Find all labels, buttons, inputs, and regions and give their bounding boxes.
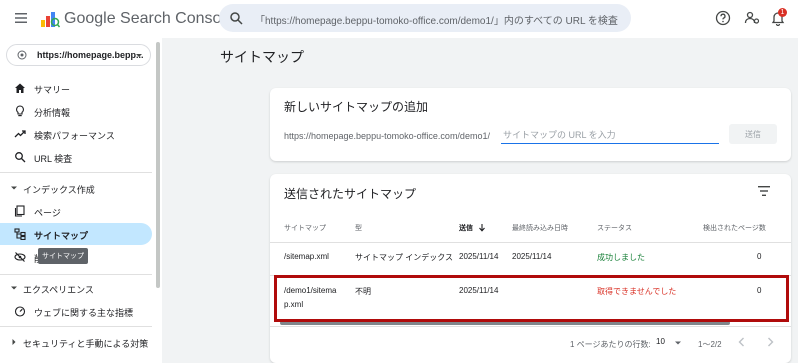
submitted-sitemaps-title: 送信されたサイトマップ: [284, 187, 417, 201]
property-selector[interactable]: https://homepage.bepp...: [6, 44, 151, 66]
sidebar-section-label: インデックス作成: [23, 185, 95, 195]
lightbulb-icon: [16, 105, 24, 117]
previous-page-icon[interactable]: [736, 336, 748, 348]
sidebar-section-security[interactable]: セキュリティと手動による対策: [0, 333, 152, 351]
column-header-last-read[interactable]: 最終読み込み日時: [512, 223, 568, 233]
column-header-sitemap[interactable]: サイトマップ: [284, 223, 326, 233]
highlight-box: [274, 275, 789, 322]
sidebar-item-label: ページ: [34, 208, 61, 218]
search-icon: [230, 12, 243, 25]
sitemap-url-input[interactable]: [501, 126, 719, 144]
user-settings-icon[interactable]: [744, 10, 760, 26]
sidebar-item-pages[interactable]: ページ: [0, 200, 152, 222]
sitemap-type: サイトマップ インデックス: [355, 253, 453, 262]
search-placeholder: 「https://homepage.beppu-tomoko-office.co…: [255, 16, 618, 27]
sitemap-icon: [14, 228, 26, 240]
rows-per-page-value: 10: [656, 337, 665, 346]
row-divider: [270, 326, 791, 327]
help-icon[interactable]: [715, 10, 731, 26]
add-sitemap-title: 新しいサイトマップの追加: [284, 100, 429, 114]
app-name[interactable]: Google Search Console: [64, 10, 234, 28]
pages-icon: [14, 205, 25, 217]
pagination-range: 1〜2/2: [698, 340, 722, 349]
column-header-submitted[interactable]: 送信: [459, 223, 473, 233]
sidebar-item-performance[interactable]: 検索パフォーマンス: [0, 123, 152, 145]
sidebar-section-label: エクスペリエンス: [23, 285, 94, 295]
discovered-pages-count: 0: [757, 252, 762, 261]
sidebar-item-label: 検索パフォーマンス: [34, 131, 115, 141]
column-header-status[interactable]: ステータス: [597, 223, 632, 233]
sidebar-item-label: URL 検査: [34, 154, 73, 164]
sidebar-scrollbar[interactable]: [156, 42, 160, 288]
sidebar-divider: [0, 274, 152, 275]
notification-badge: 1: [778, 8, 787, 17]
hamburger-menu-icon[interactable]: [13, 10, 29, 26]
chevron-down-icon: [11, 286, 17, 290]
rows-per-page-label: 1 ページあたりの行数:: [570, 340, 651, 349]
rows-per-page-select[interactable]: 10: [656, 337, 686, 349]
visibility-off-icon: [14, 252, 26, 262]
sidebar-item-summary[interactable]: サマリー: [0, 77, 152, 99]
sitemap-url-prefix: https://homepage.beppu-tomoko-office.com…: [284, 131, 490, 141]
last-read-date: 2025/11/14: [512, 252, 552, 261]
chevron-down-icon: [11, 186, 17, 190]
sidebar-item-label: サマリー: [34, 85, 71, 95]
sitemap-path[interactable]: /sitemap.xml: [284, 252, 329, 261]
next-page-icon[interactable]: [764, 336, 776, 348]
speedometer-icon: [14, 306, 26, 317]
sidebar-divider: [0, 172, 152, 173]
filter-icon[interactable]: [757, 185, 771, 197]
submitted-date: 2025/11/14: [459, 252, 499, 261]
submit-button[interactable]: 送信: [729, 124, 777, 144]
main-content: サイトマップ 新しいサイトマップの追加 https://homepage.bep…: [162, 38, 798, 363]
sidebar-item-url-inspection[interactable]: URL 検査: [0, 146, 152, 168]
arrow-down-icon[interactable]: [478, 223, 486, 232]
chevron-down-icon: [136, 54, 142, 57]
sidebar-item-label: 分析情報: [34, 108, 71, 118]
sidebar-item-label: ウェブに関する主な指標: [34, 308, 134, 318]
search-console-logo-icon[interactable]: [40, 9, 60, 29]
home-icon: [15, 83, 25, 93]
submitted-sitemaps-card: 送信されたサイトマップ サイトマップ 型 送信 最終読み込み日時 ステータス 検…: [270, 174, 791, 363]
sidebar-item-label: サイトマップ: [34, 231, 89, 241]
sidebar-section-experience[interactable]: エクスペリエンス: [0, 279, 152, 297]
sidebar-item-sitemaps[interactable]: サイトマップ: [0, 223, 152, 245]
sidebar-item-core-web-vitals[interactable]: ウェブに関する主な指標: [0, 300, 152, 322]
status-success: 成功しました: [597, 253, 645, 262]
column-header-discovered-pages[interactable]: 検出されたページ数: [703, 223, 766, 233]
page-title: サイトマップ: [220, 49, 304, 65]
globe-icon: [17, 50, 27, 60]
row-divider: [270, 242, 791, 243]
top-bar: Google Search Console 「https://homepage.…: [0, 0, 798, 38]
property-label: https://homepage.bepp...: [37, 50, 144, 60]
search-icon: [15, 152, 26, 163]
url-inspect-search-bar[interactable]: 「https://homepage.beppu-tomoko-office.co…: [219, 4, 631, 32]
chevron-right-icon: [12, 339, 16, 345]
sidebar: https://homepage.bepp... サマリー 分析情報 検索パフォ…: [0, 38, 162, 363]
sidebar-section-label: セキュリティと手動による対策: [23, 339, 149, 349]
sidebar-section-indexing[interactable]: インデックス作成: [0, 179, 152, 197]
chevron-down-icon: [675, 341, 681, 345]
sitemap-tooltip: サイトマップ: [38, 248, 88, 264]
sidebar-item-insights[interactable]: 分析情報: [0, 100, 152, 122]
sidebar-divider: [0, 326, 152, 327]
add-sitemap-card: 新しいサイトマップの追加 https://homepage.beppu-tomo…: [270, 88, 791, 161]
trending-up-icon: [14, 130, 26, 138]
column-header-type[interactable]: 型: [355, 223, 362, 233]
